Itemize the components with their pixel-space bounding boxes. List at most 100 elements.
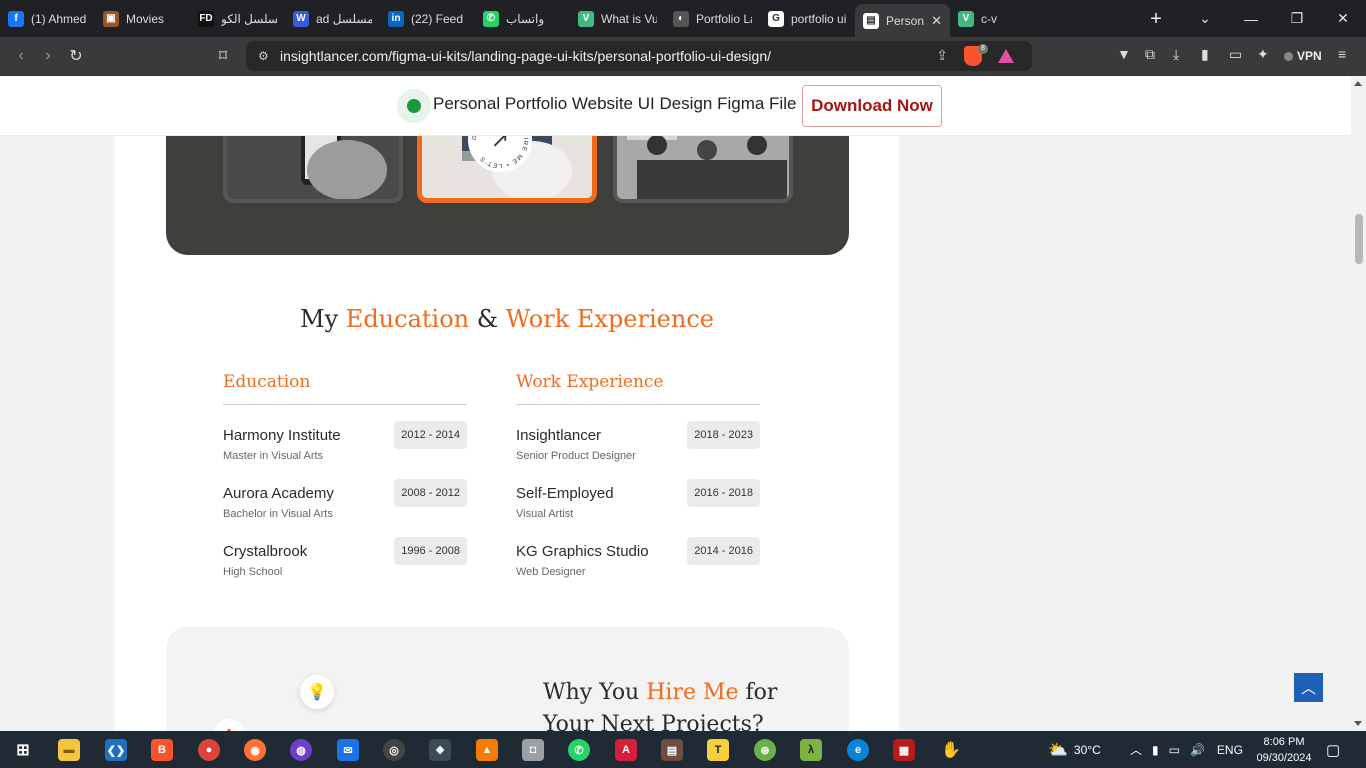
edge-icon[interactable]: e — [847, 739, 869, 761]
vpn-status-dot — [1284, 51, 1293, 61]
browser-tab[interactable]: ✆ واتساب — [475, 0, 570, 37]
books-icon[interactable]: ▤ — [661, 739, 683, 761]
volume-icon[interactable]: 🔊 — [1190, 743, 1205, 757]
android-icon[interactable]: ⊕ — [754, 739, 776, 761]
battery-icon[interactable]: ▮ — [1152, 743, 1159, 757]
restore-button[interactable]: ❐ — [1274, 0, 1320, 37]
downloads-icon[interactable]: ⤓ — [1173, 46, 1179, 66]
brave-icon[interactable]: B — [151, 739, 173, 761]
minimize-button[interactable]: — — [1228, 0, 1274, 37]
w-icon: W — [293, 10, 309, 27]
facebook-icon: f — [8, 10, 24, 27]
browser-tab[interactable]: in (22) Feed | L — [380, 0, 475, 37]
bookmark-icon[interactable]: ⌑ — [209, 42, 237, 70]
page-viewport: DISCUSS NOW • HIRE ME • LET'S ↗ My Educa… — [0, 76, 1351, 731]
section-title: My Education & Work Experience — [300, 305, 714, 333]
clock-time: 8:06 PM — [1263, 736, 1305, 748]
education-item: Harmony Institute Master in Visual Arts 20… — [223, 421, 467, 479]
site-info-icon[interactable]: ⚙ — [258, 49, 272, 63]
movies-icon: ▣ — [103, 10, 119, 27]
browser-tab[interactable]: Wad مسلسل — [285, 0, 380, 37]
extensions-icon[interactable]: ⧉ — [1145, 46, 1155, 66]
scroll-to-top-button[interactable]: ︿ — [1294, 673, 1323, 702]
network-icon[interactable]: ▭ — [1169, 743, 1180, 757]
github-desktop-icon[interactable]: ◍ — [290, 739, 312, 761]
whatsapp-icon[interactable]: ✆ — [568, 739, 590, 761]
firefox-icon[interactable]: ◉ — [244, 739, 266, 761]
obs-icon[interactable]: ◎ — [383, 739, 405, 761]
back-button[interactable]: ‹ — [7, 42, 35, 70]
work-item: Self-Employed Visual Artist 2016 - 2018 — [516, 479, 760, 537]
notifications-icon[interactable]: ▢ — [1326, 731, 1340, 768]
education-role: Bachelor in Visual Arts — [223, 508, 333, 520]
scrollbar-thumb[interactable] — [1355, 214, 1363, 264]
education-years: 2008 - 2012 — [394, 479, 467, 507]
forward-button[interactable]: › — [34, 42, 62, 70]
address-bar[interactable]: ⚙ insightlancer.com/figma-ui-kits/landin… — [246, 41, 1032, 71]
page-scrollbar[interactable] — [1351, 76, 1366, 731]
app-icon[interactable]: ◘ — [522, 739, 544, 761]
browser-tab[interactable]: Vc-v — [950, 0, 1045, 37]
download-now-button[interactable]: Download Now — [802, 85, 942, 127]
mail-icon[interactable]: ✉ — [337, 739, 359, 761]
wallet-icon[interactable]: ▭ — [1229, 46, 1242, 66]
vpn-label: VPN — [1297, 49, 1322, 63]
education-column: Education Harmony Institute Master in Vis… — [223, 372, 467, 595]
weather-widget[interactable]: ⛅ 30°C — [1048, 731, 1101, 768]
toolbar: ‹ › ↻ ⌑ ⚙ insightlancer.com/figma-ui-kit… — [0, 37, 1366, 76]
scroll-down-arrow-icon[interactable] — [1354, 721, 1362, 726]
work-role: Web Designer — [516, 566, 586, 578]
t-app-icon[interactable]: T — [707, 739, 729, 761]
browser-tab[interactable]: Gportfolio ui — [760, 0, 855, 37]
google-icon: G — [768, 10, 784, 27]
file-explorer-icon[interactable]: ▬ — [58, 739, 80, 761]
tab-label: Portfolio La — [696, 11, 752, 26]
vpn-button[interactable]: VPN — [1284, 47, 1322, 65]
leo-ai-icon[interactable]: ✦ — [1257, 46, 1269, 66]
browser-tab[interactable]: FD مسلسل الكو — [190, 0, 285, 37]
fd-icon: FD — [198, 10, 214, 27]
vscode-icon[interactable]: ❮❯ — [105, 739, 127, 761]
vlc-icon[interactable]: ▲ — [476, 739, 498, 761]
menu-icon[interactable]: ≡ — [1338, 46, 1346, 66]
clock-date: 09/30/2024 — [1256, 752, 1312, 764]
education-item: Aurora Academy Bachelor in Visual Arts 200… — [223, 479, 467, 537]
sidebar-icon[interactable]: ▮ — [1201, 46, 1209, 66]
close-tab-icon[interactable]: ✕ — [931, 13, 942, 29]
clock[interactable]: 8:06 PM 09/30/2024 — [1248, 734, 1320, 766]
url-text: insightlancer.com/figma-ui-kits/landing-… — [280, 48, 772, 64]
winrar-icon[interactable]: ▦ — [893, 739, 915, 761]
brave-wallet-triangle-icon[interactable]: ▼ — [1117, 46, 1131, 66]
lambda-icon[interactable]: λ — [800, 739, 822, 761]
davinci-icon[interactable]: ❖ — [429, 739, 451, 761]
work-heading: Work Experience — [516, 372, 760, 405]
scroll-up-arrow-icon[interactable] — [1354, 81, 1362, 86]
browser-tab[interactable]: ◐ Portfolio La — [665, 0, 760, 37]
browser-tab[interactable]: V What is Vue — [570, 0, 665, 37]
adobe-icon[interactable]: A — [615, 739, 637, 761]
tab-label: What is Vue — [601, 11, 657, 26]
brave-rewards-icon[interactable] — [998, 49, 1014, 63]
chevron-up-icon[interactable]: ︿ — [1130, 741, 1142, 758]
reload-button[interactable]: ↻ — [62, 42, 90, 70]
close-window-button[interactable]: ✕ — [1320, 0, 1366, 37]
work-name: Self-Employed — [516, 485, 614, 502]
tab-search-chevron-icon[interactable]: ⌄ — [1182, 0, 1228, 37]
chrome-icon[interactable]: ● — [198, 739, 220, 761]
browser-tab[interactable]: ▤ Person ✕ — [855, 4, 950, 37]
banner-text: Personal Portfolio Website UI Design Fig… — [433, 94, 797, 113]
tab-label: Movies — [126, 11, 165, 26]
hand-app-icon[interactable]: ✋ — [940, 739, 962, 761]
browser-tab[interactable]: f (1) Ahmed I — [0, 0, 95, 37]
hire-title: Why You Hire Me for Your Next Projects? — [543, 680, 778, 731]
share-icon[interactable]: ⇪ — [936, 47, 948, 64]
windows-start-icon[interactable]: ⊞ — [12, 739, 34, 761]
vue-icon: V — [578, 10, 594, 27]
tab-label: ad مسلسل — [316, 11, 372, 26]
language-indicator[interactable]: ENG — [1217, 743, 1243, 757]
new-tab-button[interactable]: + — [1145, 8, 1167, 30]
browser-tab[interactable]: ▣ Movies — [95, 0, 190, 37]
education-item: Crystalbrook High School 1996 - 2008 — [223, 537, 467, 595]
work-years: 2014 - 2016 — [687, 537, 760, 565]
page-icon: ▤ — [863, 12, 879, 29]
